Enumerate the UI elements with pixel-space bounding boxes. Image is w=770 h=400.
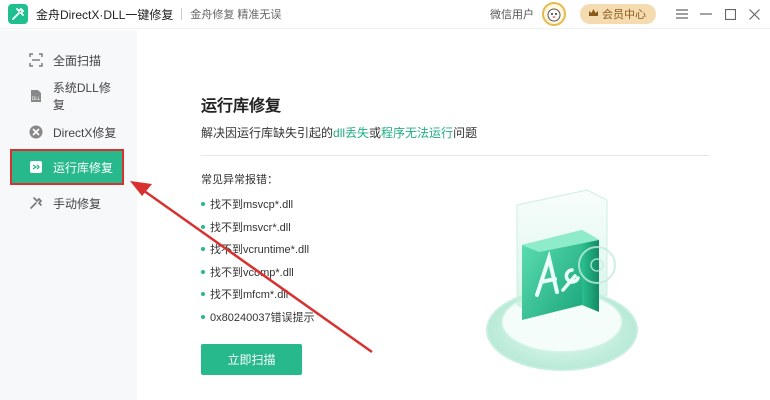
app-title: 金舟DirectX·DLL一键修复 — [36, 7, 174, 22]
bullet-icon — [201, 247, 205, 251]
error-text: 0x80240037错误提示 — [210, 312, 315, 324]
page-title: 运行库修复 — [201, 98, 282, 115]
crown-icon — [588, 8, 599, 21]
vip-center-button[interactable]: 会员中心 — [580, 4, 656, 24]
runtime-icon — [28, 159, 44, 175]
close-icon[interactable] — [742, 2, 766, 26]
error-list-item: 找不到msvcr*.dll — [201, 219, 291, 235]
sidebar-item-label: 运行库修复 — [53, 160, 114, 175]
error-text: 找不到msvcp*.dll — [210, 199, 294, 211]
desc-highlight-program: 程序无法运行 — [381, 126, 454, 140]
avatar[interactable] — [542, 2, 566, 26]
desc-text: 问题 — [453, 126, 478, 140]
error-list-item: 找不到mfcm*.dll — [201, 286, 288, 302]
error-list-item: 找不到vcruntime*.dll — [201, 241, 309, 257]
error-list-item: 0x80240037错误提示 — [201, 309, 315, 325]
minimize-icon[interactable] — [694, 2, 718, 26]
main-panel: 运行库修复 解决因运行库缺失引起的dll丢失或程序无法运行问题 常见异常报错： … — [137, 30, 770, 400]
sidebar-item-label: 系统DLL修复 — [52, 81, 111, 112]
scan-icon — [28, 52, 44, 68]
error-list-item: 找不到vcomp*.dll — [201, 264, 294, 280]
svg-text:DLL: DLL — [32, 96, 41, 102]
bullet-icon — [201, 292, 205, 296]
app-logo-icon — [8, 4, 28, 24]
vip-center-label: 会员中心 — [602, 9, 646, 21]
sidebar-item-manual[interactable]: 手动修复 — [12, 187, 122, 219]
bullet-icon — [201, 315, 205, 319]
desc-highlight-dll: dll丢失 — [333, 126, 370, 140]
user-name[interactable]: 微信用户 — [490, 6, 534, 22]
error-text: 找不到msvcr*.dll — [210, 222, 291, 234]
error-text: 找不到vcomp*.dll — [210, 267, 294, 279]
sidebar-item-label: 手动修复 — [53, 196, 102, 211]
dll-icon: DLL — [28, 88, 44, 104]
error-list-item: 找不到msvcp*.dll — [201, 196, 293, 212]
sidebar-item-label: 全面扫描 — [53, 53, 102, 68]
title-divider — [181, 8, 183, 20]
section-divider — [201, 155, 709, 156]
common-errors-label: 常见异常报错： — [201, 174, 278, 186]
wrench-icon — [28, 195, 44, 211]
scan-now-button[interactable]: 立即扫描 — [201, 344, 302, 375]
app-window: 金舟DirectX·DLL一键修复 金舟修复 精准无误 微信用户 会员中心 全面… — [0, 0, 770, 400]
titlebar-controls: 微信用户 会员中心 — [490, 0, 770, 29]
directx-icon — [28, 124, 44, 140]
sidebar-item-full-scan[interactable]: 全面扫描 — [12, 44, 122, 76]
app-slogan: 金舟修复 精准无误 — [190, 9, 282, 21]
error-text: 找不到vcruntime*.dll — [210, 244, 310, 256]
sidebar-item-runtime[interactable]: 运行库修复 — [10, 149, 124, 185]
bullet-icon — [201, 225, 205, 229]
bullet-icon — [201, 270, 205, 274]
sidebar-item-directx[interactable]: DirectX修复 — [12, 116, 122, 148]
maximize-icon[interactable] — [718, 2, 742, 26]
page-description: 解决因运行库缺失引起的dll丢失或程序无法运行问题 — [201, 124, 477, 141]
menu-icon[interactable] — [670, 2, 694, 26]
runtime-illustration — [477, 180, 657, 380]
sidebar-item-system-dll[interactable]: DLL 系统DLL修复 — [12, 80, 122, 112]
bullet-icon — [201, 202, 205, 206]
error-text: 找不到mfcm*.dll — [210, 289, 289, 301]
desc-text: 解决因运行库缺失引起的 — [201, 126, 334, 140]
desc-text: 或 — [369, 126, 382, 140]
sidebar: 全面扫描 DLL 系统DLL修复 DirectX修复 运行库修复 手动修复 — [0, 30, 137, 400]
sidebar-item-label: DirectX修复 — [53, 125, 117, 140]
title-bar: 金舟DirectX·DLL一键修复 金舟修复 精准无误 微信用户 会员中心 — [0, 0, 770, 29]
